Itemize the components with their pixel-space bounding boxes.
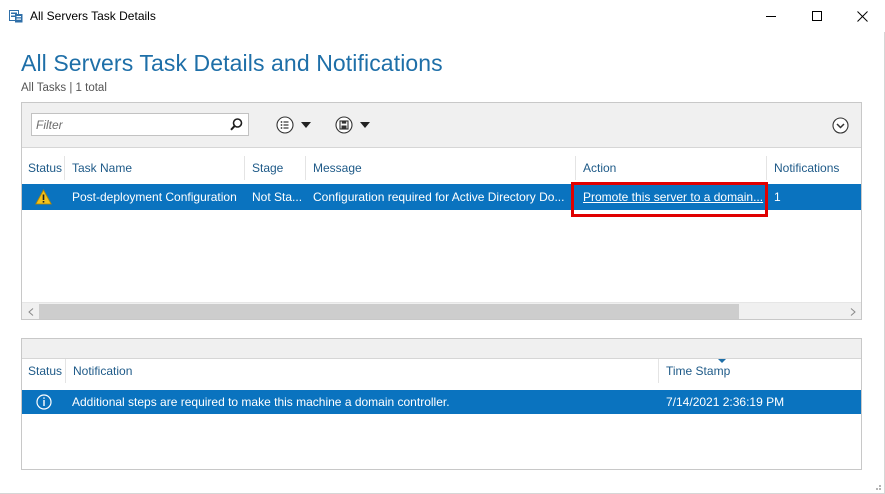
info-icon [36, 394, 52, 410]
column-header-task-name[interactable]: Task Name [66, 156, 245, 180]
sort-descending-icon [718, 359, 726, 363]
tasks-toolbar [22, 103, 861, 148]
message-cell: Configuration required for Active Direct… [313, 190, 565, 204]
title-bar: All Servers Task Details [0, 0, 885, 32]
list-options-icon [276, 116, 294, 134]
warning-icon [35, 189, 52, 205]
column-header-notification[interactable]: Notification [67, 359, 659, 383]
save-query-icon [335, 116, 353, 134]
notifications-panel: Status Notification Time Stamp Additiona… [21, 338, 862, 470]
column-header-action[interactable]: Action [577, 156, 767, 180]
notifications-panel-bar [22, 339, 861, 359]
chevron-right-icon [850, 307, 856, 316]
list-options-button[interactable] [276, 115, 311, 135]
tasks-table-header: Status Task Name Stage Message Action No… [22, 156, 861, 180]
close-icon [856, 10, 868, 22]
maximize-icon [812, 11, 822, 21]
column-header-status[interactable]: Status [22, 359, 66, 383]
column-header-status[interactable]: Status [22, 156, 65, 180]
close-button[interactable] [839, 0, 885, 32]
notifications-count-cell: 1 [774, 190, 781, 204]
resize-grip-icon[interactable] [872, 481, 882, 491]
column-header-stage[interactable]: Stage [246, 156, 306, 180]
column-header-notifications[interactable]: Notifications [768, 156, 861, 180]
page-title: All Servers Task Details and Notificatio… [21, 50, 443, 76]
timestamp-cell: 7/14/2021 2:36:19 PM [666, 395, 785, 409]
tasks-panel: Status Task Name Stage Message Action No… [21, 102, 862, 320]
task-details-window: All Servers Task Details All Servers Tas… [0, 0, 885, 494]
search-icon[interactable] [228, 116, 245, 133]
minimize-button[interactable] [748, 0, 794, 32]
stage-cell: Not Sta... [252, 190, 303, 204]
minimize-icon [766, 16, 776, 17]
table-row[interactable]: Post-deployment Configuration Not Sta...… [22, 184, 861, 210]
task-name-cell: Post-deployment Configuration [72, 190, 237, 204]
action-cell: Promote this server to a domain... [577, 184, 767, 210]
notification-text-cell: Additional steps are required to make th… [72, 395, 450, 409]
notifications-table-header: Status Notification Time Stamp [22, 359, 861, 383]
maximize-button[interactable] [794, 0, 840, 32]
server-manager-app-icon [9, 10, 23, 23]
table-row[interactable]: Additional steps are required to make th… [22, 390, 861, 414]
horizontal-scrollbar[interactable] [22, 302, 861, 319]
scrollbar-thumb[interactable] [39, 304, 739, 319]
task-count-subtitle: All Tasks | 1 total [21, 82, 107, 94]
scroll-left-button[interactable] [22, 303, 39, 320]
expand-collapse-icon[interactable] [832, 117, 849, 134]
promote-server-link[interactable]: Promote this server to a domain... [583, 190, 763, 204]
filter-box [31, 113, 249, 136]
scroll-right-button[interactable] [844, 303, 861, 320]
chevron-left-icon [27, 307, 33, 316]
column-header-message[interactable]: Message [307, 156, 576, 180]
chevron-down-icon [360, 122, 370, 128]
chevron-down-icon [301, 122, 311, 128]
save-query-button[interactable] [335, 115, 370, 135]
filter-input[interactable] [32, 114, 222, 135]
window-title: All Servers Task Details [30, 9, 156, 23]
